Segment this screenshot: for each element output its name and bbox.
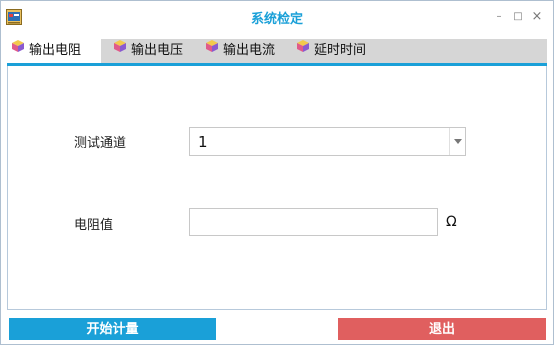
cube-icon [206, 40, 218, 52]
tab-strip: 输出电阻 输出电压 输出电流 延时时间 [7, 39, 547, 63]
ohm-unit-label: Ω [446, 214, 457, 230]
tab-label: 输出电流 [223, 43, 276, 58]
channel-select-value: 1 [198, 133, 208, 151]
resistance-label: 电阻值 [74, 218, 114, 233]
window-title: 系统检定 [250, 12, 303, 27]
tab-delay-time[interactable]: 延时时间 [292, 39, 378, 63]
resistance-input[interactable] [189, 208, 438, 236]
tab-output-resistance[interactable]: 输出电阻 [7, 39, 101, 63]
cube-icon [297, 40, 309, 52]
system-calibration-window: 系统检定 – □ × 输出电阻 输出电压 输出电流 延时时间 测试通道 1 电阻… [0, 0, 554, 345]
tab-output-current[interactable]: 输出电流 [201, 39, 285, 63]
tab-label: 输出电阻 [29, 43, 82, 58]
chevron-down-icon [454, 139, 462, 144]
tab-label: 延时时间 [314, 43, 367, 58]
dropdown-arrow-button[interactable] [449, 128, 465, 155]
title-bar: 系统检定 – □ × [1, 1, 553, 33]
close-button[interactable]: × [531, 10, 543, 23]
channel-select[interactable]: 1 [189, 127, 466, 156]
tab-output-voltage[interactable]: 输出电压 [109, 39, 193, 63]
start-calibration-button[interactable]: 开始计量 [9, 318, 216, 340]
exit-button[interactable]: 退出 [338, 318, 546, 340]
minimize-button[interactable]: – [493, 11, 505, 23]
cube-icon [114, 40, 126, 52]
cube-icon [12, 40, 24, 52]
channel-label: 测试通道 [74, 136, 127, 151]
maximize-button[interactable]: □ [512, 11, 524, 23]
tab-label: 输出电压 [131, 43, 184, 58]
tab-content-panel [7, 66, 547, 310]
